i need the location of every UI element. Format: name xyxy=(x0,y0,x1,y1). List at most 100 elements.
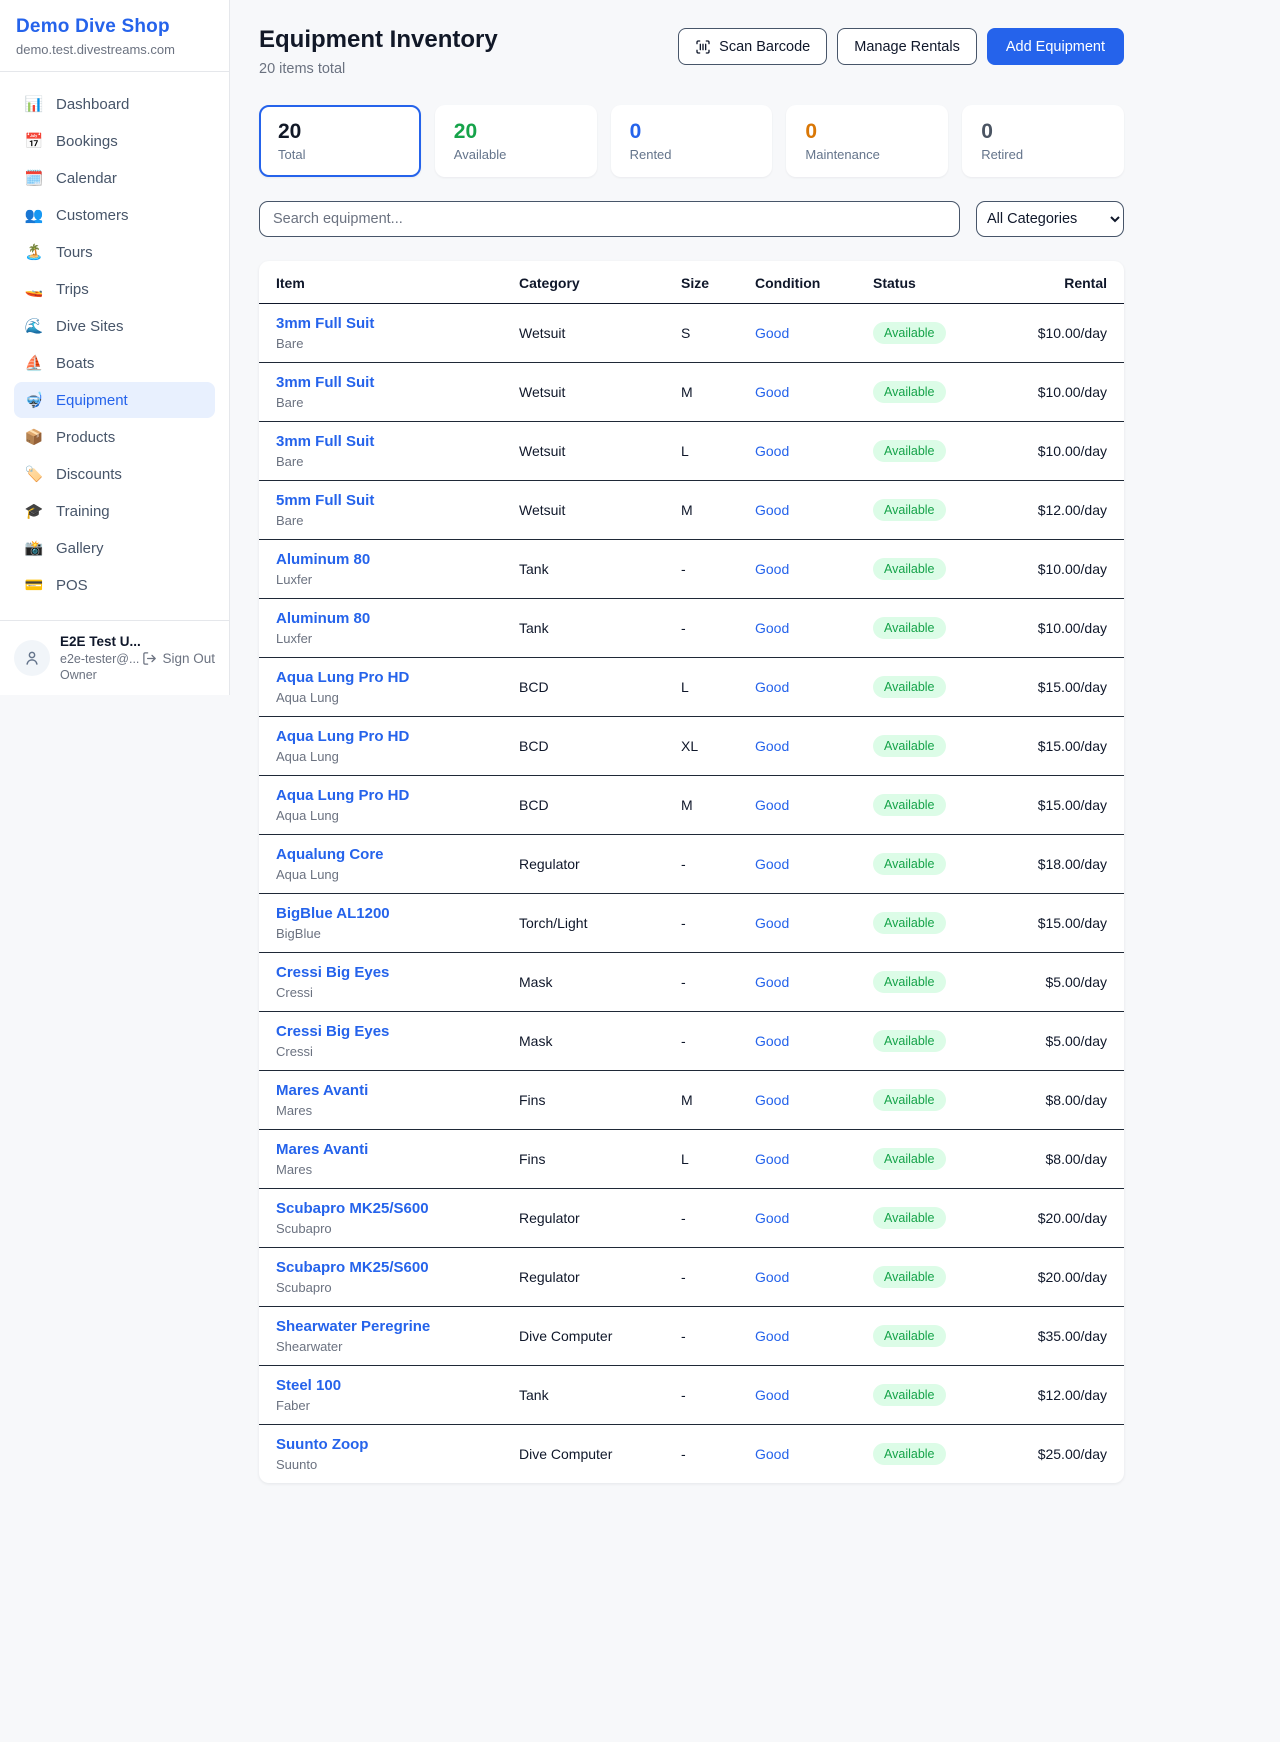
table-row[interactable]: Aqua Lung Pro HD Aqua Lung BCD XL Good A… xyxy=(259,717,1124,776)
table-row[interactable]: 3mm Full Suit Bare Wetsuit M Good Availa… xyxy=(259,363,1124,422)
table-row[interactable]: Shearwater Peregrine Shearwater Dive Com… xyxy=(259,1307,1124,1366)
condition-link[interactable]: Good xyxy=(755,1033,789,1049)
item-name-link[interactable]: Aqualung Core xyxy=(276,846,503,863)
table-row[interactable]: Mares Avanti Mares Fins L Good Available… xyxy=(259,1130,1124,1189)
item-name-link[interactable]: Scubapro MK25/S600 xyxy=(276,1200,503,1217)
table-row[interactable]: Mares Avanti Mares Fins M Good Available… xyxy=(259,1071,1124,1130)
item-name-link[interactable]: 3mm Full Suit xyxy=(276,433,503,450)
add-equipment-button[interactable]: Add Equipment xyxy=(987,28,1124,65)
sidebar-item-dashboard[interactable]: 📊 Dashboard xyxy=(14,86,215,122)
item-brand: Bare xyxy=(276,513,503,528)
item-name-link[interactable]: Aluminum 80 xyxy=(276,610,503,627)
sidebar-item-gallery[interactable]: 📸 Gallery xyxy=(14,530,215,566)
table-row[interactable]: Scubapro MK25/S600 Scubapro Regulator - … xyxy=(259,1248,1124,1307)
table-row[interactable]: Steel 100 Faber Tank - Good Available $1… xyxy=(259,1366,1124,1425)
scan-barcode-button[interactable]: Scan Barcode xyxy=(678,28,827,65)
condition-link[interactable]: Good xyxy=(755,1328,789,1344)
condition-link[interactable]: Good xyxy=(755,679,789,695)
condition-link[interactable]: Good xyxy=(755,1151,789,1167)
rental-price: $15.00/day xyxy=(1025,776,1124,835)
stat-card-available[interactable]: 20 Available xyxy=(435,105,597,177)
item-name-link[interactable]: 5mm Full Suit xyxy=(276,492,503,509)
item-name-link[interactable]: BigBlue AL1200 xyxy=(276,905,503,922)
sidebar-item-calendar[interactable]: 🗓️ Calendar xyxy=(14,160,215,196)
condition-link[interactable]: Good xyxy=(755,443,789,459)
sidebar-item-dive-sites[interactable]: 🌊 Dive Sites xyxy=(14,308,215,344)
item-name-link[interactable]: 3mm Full Suit xyxy=(276,374,503,391)
sidebar-item-customers[interactable]: 👥 Customers xyxy=(14,197,215,233)
table-row[interactable]: Cressi Big Eyes Cressi Mask - Good Avail… xyxy=(259,953,1124,1012)
item-name-link[interactable]: Aqua Lung Pro HD xyxy=(276,728,503,745)
item-name-link[interactable]: Aqua Lung Pro HD xyxy=(276,787,503,804)
table-row[interactable]: Aluminum 80 Luxfer Tank - Good Available… xyxy=(259,599,1124,658)
table-row[interactable]: Aqua Lung Pro HD Aqua Lung BCD L Good Av… xyxy=(259,658,1124,717)
item-name-link[interactable]: Cressi Big Eyes xyxy=(276,964,503,981)
col-header-condition: Condition xyxy=(747,261,865,304)
tours-icon: 🏝️ xyxy=(24,243,44,261)
item-size: L xyxy=(673,422,747,481)
table-row[interactable]: 3mm Full Suit Bare Wetsuit S Good Availa… xyxy=(259,304,1124,363)
sidebar-item-products[interactable]: 📦 Products xyxy=(14,419,215,455)
sidebar-item-trips[interactable]: 🚤 Trips xyxy=(14,271,215,307)
condition-link[interactable]: Good xyxy=(755,502,789,518)
condition-link[interactable]: Good xyxy=(755,1210,789,1226)
table-row[interactable]: Aluminum 80 Luxfer Tank - Good Available… xyxy=(259,540,1124,599)
stat-card-rented[interactable]: 0 Rented xyxy=(611,105,773,177)
item-size: - xyxy=(673,1307,747,1366)
condition-link[interactable]: Good xyxy=(755,620,789,636)
sidebar-item-training[interactable]: 🎓 Training xyxy=(14,493,215,529)
condition-link[interactable]: Good xyxy=(755,384,789,400)
table-row[interactable]: 5mm Full Suit Bare Wetsuit M Good Availa… xyxy=(259,481,1124,540)
item-name-link[interactable]: Cressi Big Eyes xyxy=(276,1023,503,1040)
condition-link[interactable]: Good xyxy=(755,561,789,577)
sidebar-item-pos[interactable]: 💳 POS xyxy=(14,567,215,603)
status-badge: Available xyxy=(873,794,946,816)
table-row[interactable]: Aqualung Core Aqua Lung Regulator - Good… xyxy=(259,835,1124,894)
item-name-link[interactable]: Aluminum 80 xyxy=(276,551,503,568)
manage-rentals-button[interactable]: Manage Rentals xyxy=(837,28,977,65)
stat-card-total[interactable]: 20 Total xyxy=(259,105,421,177)
sidebar-item-boats[interactable]: ⛵ Boats xyxy=(14,345,215,381)
item-name-link[interactable]: Scubapro MK25/S600 xyxy=(276,1259,503,1276)
search-input[interactable] xyxy=(259,201,960,237)
item-name-link[interactable]: Mares Avanti xyxy=(276,1082,503,1099)
item-category: Wetsuit xyxy=(511,481,673,540)
condition-link[interactable]: Good xyxy=(755,856,789,872)
stat-card-maintenance[interactable]: 0 Maintenance xyxy=(786,105,948,177)
stat-card-retired[interactable]: 0 Retired xyxy=(962,105,1124,177)
table-row[interactable]: Cressi Big Eyes Cressi Mask - Good Avail… xyxy=(259,1012,1124,1071)
item-name-link[interactable]: Shearwater Peregrine xyxy=(276,1318,503,1335)
nav-label: Bookings xyxy=(56,133,118,150)
condition-link[interactable]: Good xyxy=(755,915,789,931)
table-row[interactable]: 3mm Full Suit Bare Wetsuit L Good Availa… xyxy=(259,422,1124,481)
condition-link[interactable]: Good xyxy=(755,1387,789,1403)
sidebar-item-bookings[interactable]: 📅 Bookings xyxy=(14,123,215,159)
table-row[interactable]: Scubapro MK25/S600 Scubapro Regulator - … xyxy=(259,1189,1124,1248)
table-row[interactable]: Suunto Zoop Suunto Dive Computer - Good … xyxy=(259,1425,1124,1484)
sidebar-item-tours[interactable]: 🏝️ Tours xyxy=(14,234,215,270)
sidebar-item-equipment[interactable]: 🤿 Equipment xyxy=(14,382,215,418)
gallery-icon: 📸 xyxy=(24,539,44,557)
table-row[interactable]: BigBlue AL1200 BigBlue Torch/Light - Goo… xyxy=(259,894,1124,953)
condition-link[interactable]: Good xyxy=(755,738,789,754)
condition-link[interactable]: Good xyxy=(755,797,789,813)
condition-link[interactable]: Good xyxy=(755,1446,789,1462)
item-name-link[interactable]: Aqua Lung Pro HD xyxy=(276,669,503,686)
products-icon: 📦 xyxy=(24,428,44,446)
brand-domain: demo.test.divestreams.com xyxy=(16,42,213,57)
category-select[interactable]: All Categories xyxy=(976,201,1124,237)
stat-label: Retired xyxy=(981,147,1105,162)
condition-link[interactable]: Good xyxy=(755,1092,789,1108)
item-name-link[interactable]: 3mm Full Suit xyxy=(276,315,503,332)
table-row[interactable]: Aqua Lung Pro HD Aqua Lung BCD M Good Av… xyxy=(259,776,1124,835)
condition-link[interactable]: Good xyxy=(755,1269,789,1285)
item-name-link[interactable]: Steel 100 xyxy=(276,1377,503,1394)
sidebar-item-discounts[interactable]: 🏷️ Discounts xyxy=(14,456,215,492)
item-name-link[interactable]: Mares Avanti xyxy=(276,1141,503,1158)
condition-link[interactable]: Good xyxy=(755,974,789,990)
item-size: L xyxy=(673,658,747,717)
item-name-link[interactable]: Suunto Zoop xyxy=(276,1436,503,1453)
sign-out-button[interactable]: Sign Out xyxy=(142,651,215,666)
condition-link[interactable]: Good xyxy=(755,325,789,341)
item-category: BCD xyxy=(511,717,673,776)
